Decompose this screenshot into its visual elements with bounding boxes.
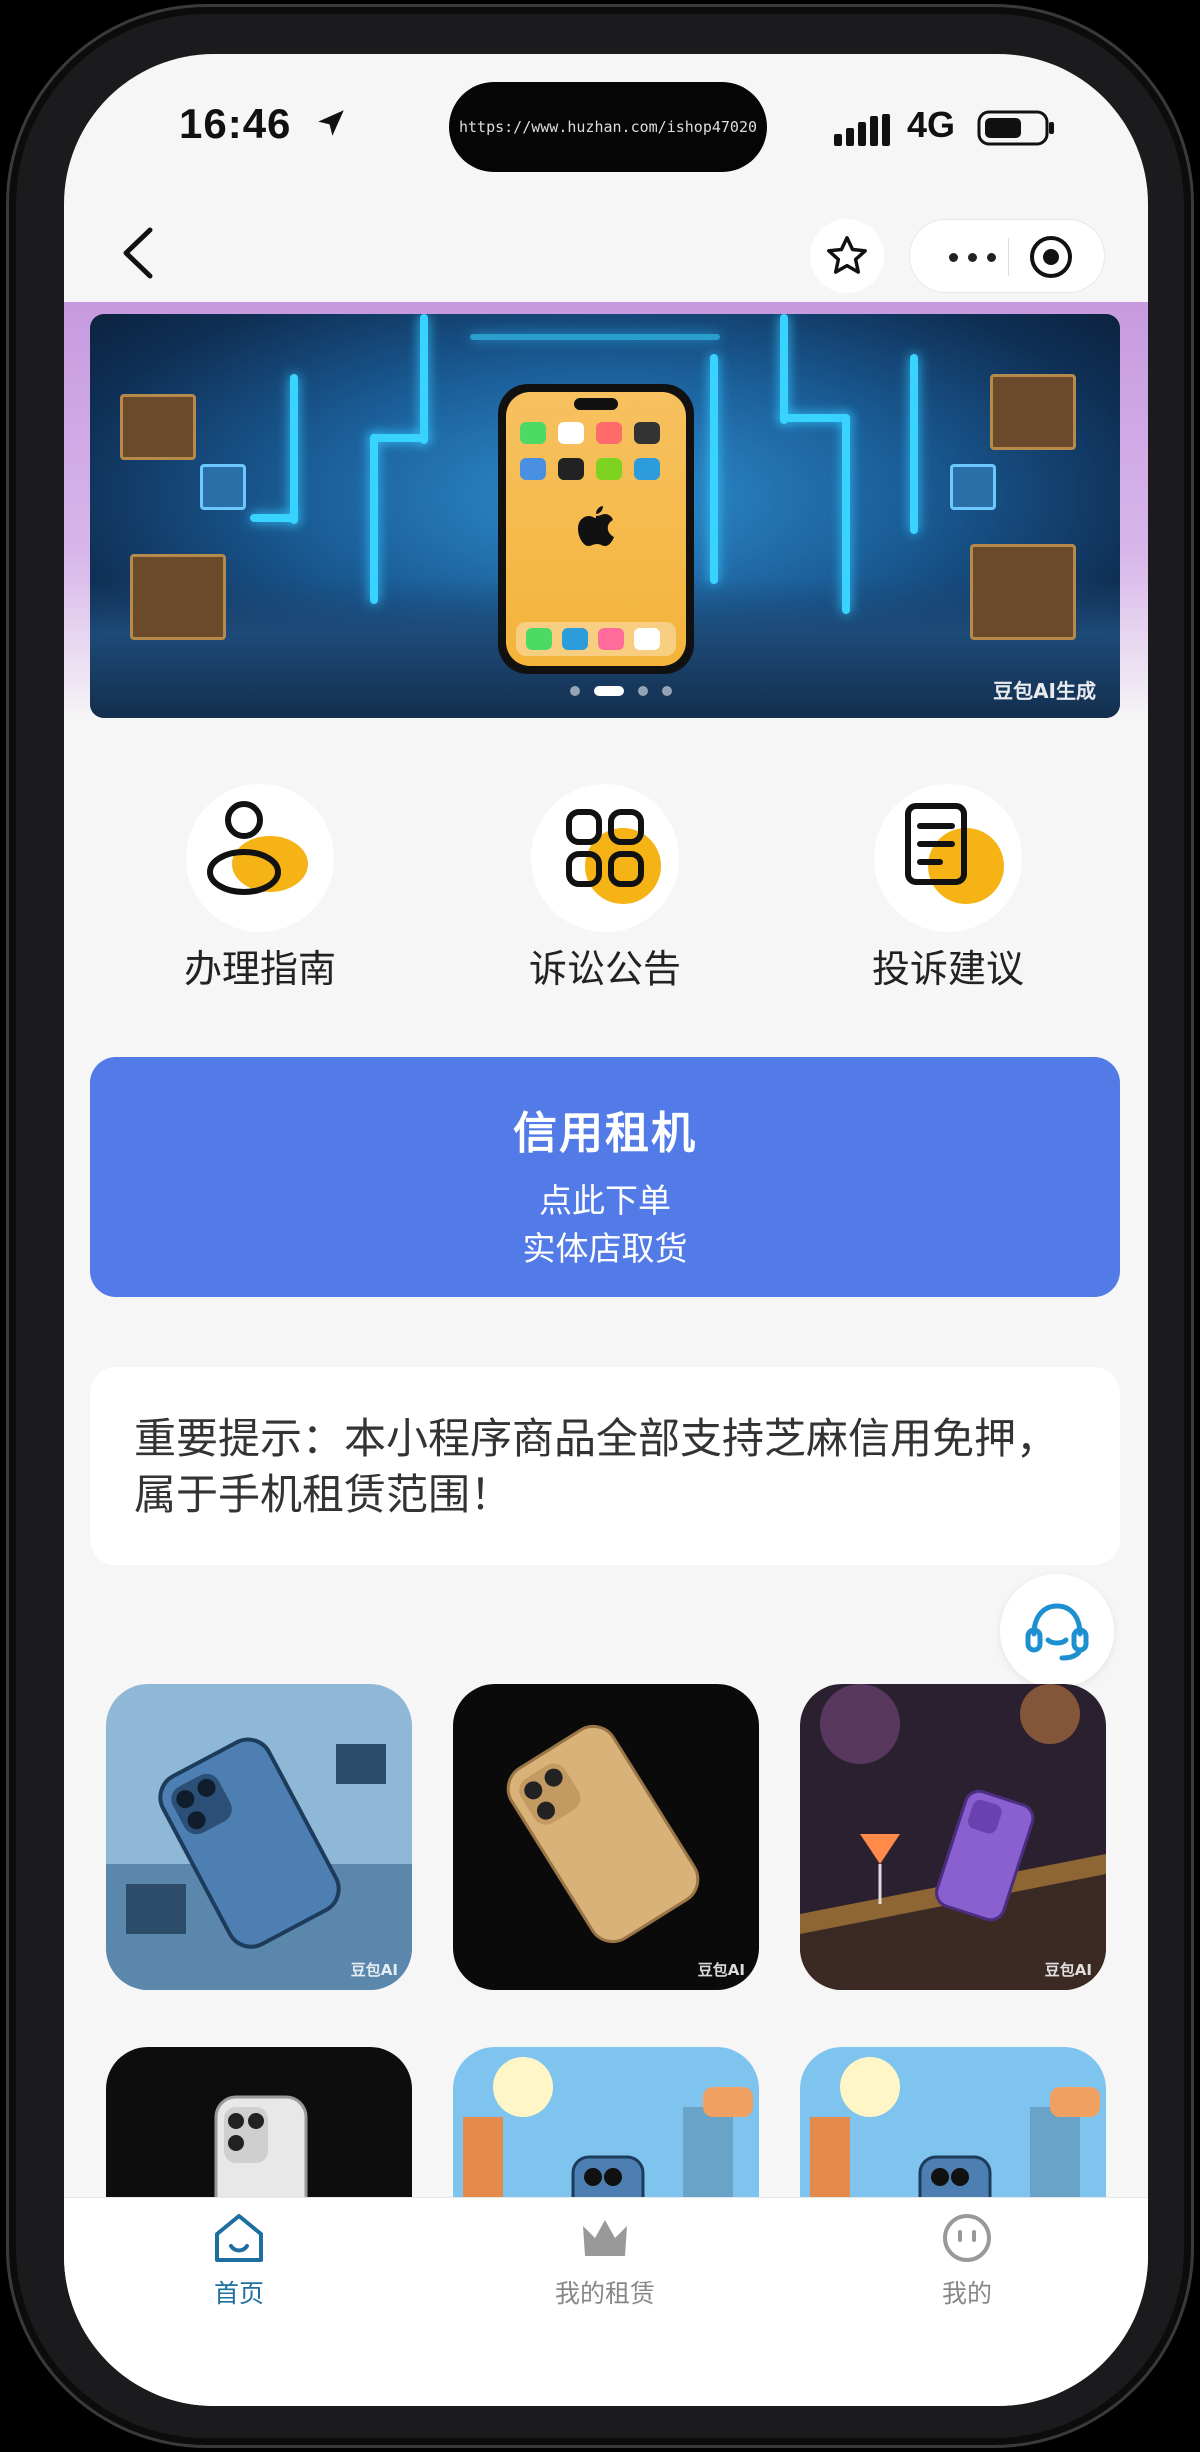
app-screen: 16:46 https://www.huzhan.com/ishop47020 … — [64, 54, 1148, 2406]
quick-entry-complaint[interactable]: 投诉建议 — [828, 784, 1068, 993]
status-bar: 16:46 https://www.huzhan.com/ishop47020 … — [64, 54, 1148, 204]
banner-section: 豆包AI生成 — [64, 302, 1148, 722]
star-icon — [827, 236, 867, 274]
favorite-button[interactable] — [810, 219, 884, 293]
user-guide-icon — [186, 784, 334, 932]
nav-bar — [64, 204, 1148, 304]
phone-frame: 16:46 https://www.huzhan.com/ishop47020 … — [6, 4, 1194, 2448]
banner-phone-image — [498, 384, 694, 674]
gold-phone-image — [453, 1684, 759, 1990]
quick-entry-row: 办理指南 诉讼公告 投诉建议 — [64, 784, 1148, 1014]
product-watermark: 豆包AI — [1044, 1961, 1092, 1979]
url-overlay: https://www.huzhan.com/ishop47020 — [458, 118, 757, 136]
signal-icon — [834, 114, 890, 146]
credit-rental-button[interactable]: 信用租机 点此下单 实体店取货 — [90, 1057, 1120, 1297]
smiley-icon — [943, 2214, 991, 2262]
carousel-indicator — [570, 686, 672, 696]
quick-entry-label: 诉讼公告 — [528, 947, 681, 991]
blue-phone-image — [106, 1684, 412, 1990]
target-icon[interactable] — [1028, 234, 1074, 280]
cta-line-1: 点此下单 — [539, 1181, 671, 1220]
tab-home[interactable]: 首页 — [119, 2208, 359, 2310]
notice-text: 重要提示：本小程序商品全部支持芝麻信用免押，属于手机租赁范围！ — [134, 1414, 1059, 1519]
tab-label: 我的租赁 — [554, 2279, 655, 2308]
crown-icon — [583, 2220, 627, 2256]
tab-label: 我的 — [941, 2279, 992, 2308]
banner-carousel[interactable]: 豆包AI生成 — [90, 314, 1120, 718]
capsule-divider — [1008, 238, 1009, 276]
chevron-left-icon[interactable] — [110, 218, 170, 288]
product-watermark: 豆包AI — [350, 1961, 398, 1979]
battery-icon — [977, 110, 1054, 146]
quick-entry-label: 投诉建议 — [871, 947, 1024, 991]
product-watermark: 豆包AI — [697, 1961, 745, 1979]
quick-entry-guide[interactable]: 办理指南 — [140, 784, 380, 993]
cta-title: 信用租机 — [513, 1108, 697, 1159]
purple-phone-image — [800, 1684, 1106, 1990]
headset-icon — [1025, 1603, 1089, 1661]
tab-mine[interactable]: 我的 — [847, 2208, 1087, 2310]
menu-capsule — [909, 219, 1105, 293]
product-card[interactable]: 豆包AI — [800, 1684, 1106, 1990]
tab-my-rentals[interactable]: 我的租赁 — [485, 2208, 725, 2310]
document-icon — [874, 784, 1022, 932]
tab-label: 首页 — [213, 2279, 264, 2308]
customer-service-button[interactable] — [1000, 1574, 1114, 1688]
banner-watermark: 豆包AI生成 — [993, 679, 1096, 703]
product-card[interactable]: 豆包AI — [106, 1684, 412, 1990]
more-dots-icon[interactable] — [932, 240, 1012, 274]
quick-entry-label: 办理指南 — [183, 947, 336, 991]
quick-entry-announcement[interactable]: 诉讼公告 — [485, 784, 725, 993]
product-card[interactable]: 豆包AI — [453, 1684, 759, 1990]
cta-line-2: 实体店取货 — [522, 1229, 688, 1268]
network-type: 4G — [907, 104, 956, 145]
grid-apps-icon — [531, 784, 679, 932]
home-icon — [215, 2214, 263, 2262]
status-time: 16:46 — [179, 100, 292, 147]
location-arrow-icon — [318, 110, 344, 136]
dynamic-island: https://www.huzhan.com/ishop47020 — [449, 82, 767, 172]
important-notice: 重要提示：本小程序商品全部支持芝麻信用免押，属于手机租赁范围！ — [90, 1367, 1120, 1565]
bottom-tab-bar: 首页 我的租赁 我的 — [64, 2197, 1148, 2406]
